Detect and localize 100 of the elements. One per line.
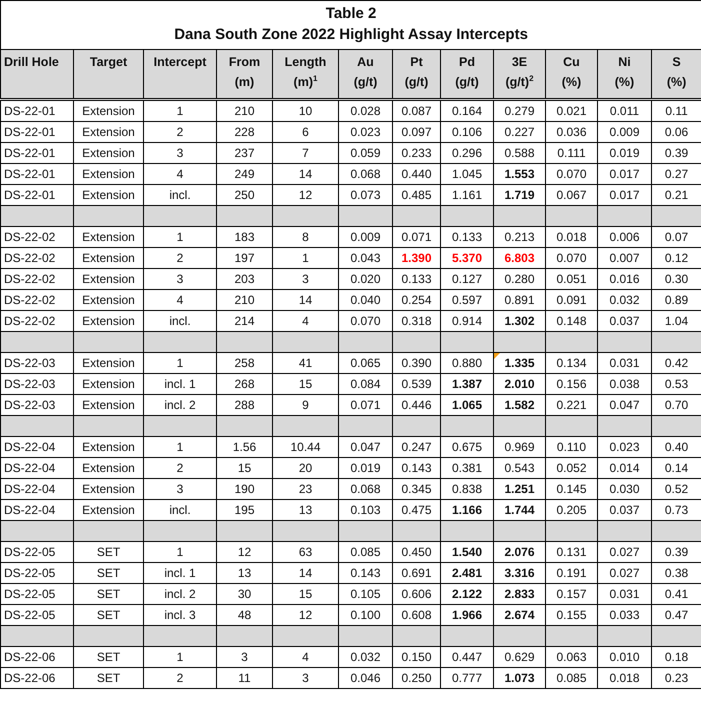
table-cell: 1.251: [494, 478, 546, 500]
table-cell: 0.891: [494, 290, 546, 310]
table-cell: DS-22-02: [0, 290, 74, 310]
table-cell: 2: [144, 458, 216, 478]
table-cell: 0.084: [338, 374, 392, 394]
table-cell: 210: [216, 290, 272, 310]
table-cell: 1.390: [392, 248, 440, 268]
table-cell: 2: [144, 122, 216, 142]
table-cell: 0.447: [440, 646, 494, 668]
table-cell: 0.014: [598, 458, 652, 478]
table-cell: 0.038: [598, 374, 652, 394]
column-header: Cu (%): [546, 50, 598, 100]
table-cell: incl. 1: [144, 374, 216, 394]
table-cell: 0.880: [440, 352, 494, 374]
table-cell: 63: [272, 542, 338, 562]
table-cell: 6.803: [494, 248, 546, 268]
table-cell: 0.007: [598, 248, 652, 268]
table-cell: 1.540: [440, 542, 494, 562]
table-cell: 0.059: [338, 142, 392, 164]
column-header: Au (g/t): [338, 50, 392, 100]
table-cell: 0.047: [338, 436, 392, 458]
table-cell: 0.017: [598, 164, 652, 184]
table-cell: Extension: [74, 374, 144, 394]
table-cell: 3: [144, 142, 216, 164]
table-cell: DS-22-05: [0, 542, 74, 562]
table-cell: 0.009: [338, 226, 392, 248]
table-cell: 0.011: [598, 100, 652, 122]
table-cell: 1: [144, 352, 216, 374]
table-cell: 10: [272, 100, 338, 122]
table-cell: 0.032: [338, 646, 392, 668]
table-cell: 0.157: [546, 584, 598, 604]
table-cell: 0.028: [338, 100, 392, 122]
table-cell: 1: [144, 646, 216, 668]
table-cell: 0.065: [338, 352, 392, 374]
table-cell: 0.777: [440, 668, 494, 688]
table-cell: 0.021: [546, 100, 598, 122]
table-cell: 1.56: [216, 436, 272, 458]
table-cell: DS-22-03: [0, 374, 74, 394]
table-cell: 3: [216, 646, 272, 668]
table-cell: 0.085: [338, 542, 392, 562]
table-cell: 0.134: [546, 352, 598, 374]
table-cell: 0.143: [338, 562, 392, 584]
table-cell: 0.087: [392, 100, 440, 122]
table-cell: Extension: [74, 164, 144, 184]
table-cell: 0.036: [546, 122, 598, 142]
table-cell: SET: [74, 668, 144, 688]
table-cell: 0.031: [598, 352, 652, 374]
table-cell: incl. 2: [144, 584, 216, 604]
table-cell: 3: [272, 668, 338, 688]
table-cell: Extension: [74, 436, 144, 458]
table-cell: 0.105: [338, 584, 392, 604]
column-header: Drill Hole: [0, 50, 74, 100]
table-cell: DS-22-04: [0, 436, 74, 458]
table-cell: 3: [144, 268, 216, 290]
table-cell: 1.335: [494, 352, 546, 374]
column-header: Pt (g/t): [392, 50, 440, 100]
table-cell: 268: [216, 374, 272, 394]
table-cell: 0.156: [546, 374, 598, 394]
table-cell: 0.345: [392, 478, 440, 500]
table-cell: Extension: [74, 458, 144, 478]
table-cell: 0.023: [338, 122, 392, 142]
table-cell: 2.122: [440, 584, 494, 604]
table-cell: 0.164: [440, 100, 494, 122]
table-cell: 0.040: [338, 290, 392, 310]
table-cell: 0.068: [338, 478, 392, 500]
table-cell: 0.031: [598, 584, 652, 604]
table-cell: 3: [144, 478, 216, 500]
column-header: 3E (g/t)$^{2}$: [494, 50, 546, 100]
table-cell: 0.233: [392, 142, 440, 164]
table-cell: 0.191: [546, 562, 598, 584]
table-cell: Extension: [74, 352, 144, 374]
table-cell: 0.018: [546, 226, 598, 248]
table-cell: 0.019: [338, 458, 392, 478]
table-cell: 14: [272, 290, 338, 310]
table-title: Table 2: [324, 4, 378, 24]
table-cell: 0.588: [494, 142, 546, 164]
table-cell: 0.131: [546, 542, 598, 562]
table-cell: 0.691: [392, 562, 440, 584]
table-cell: 0.597: [440, 290, 494, 310]
table-cell: Extension: [74, 290, 144, 310]
table-cell: 0.143: [392, 458, 440, 478]
table-cell: DS-22-02: [0, 248, 74, 268]
table-cell: 0.629: [494, 646, 546, 668]
table-cell: 2.010: [494, 374, 546, 394]
table-cell: 3.316: [494, 562, 546, 584]
table-cell: 0.051: [546, 268, 598, 290]
table-cell: 0.675: [440, 436, 494, 458]
table-cell: 20: [272, 458, 338, 478]
column-header: Ni (%): [598, 50, 652, 100]
table-cell: 0.133: [392, 268, 440, 290]
table-cell: incl. 1: [144, 562, 216, 584]
table-cell: 237: [216, 142, 272, 164]
table-cell: 41: [272, 352, 338, 374]
table-cell: 0.027: [598, 562, 652, 584]
table-cell: 0.227: [494, 122, 546, 142]
table-cell: 1: [272, 248, 338, 268]
table-cell: 0.440: [392, 164, 440, 184]
table-cell: 0.606: [392, 584, 440, 604]
table-cell: SET: [74, 584, 144, 604]
table-cell: 0.052: [546, 458, 598, 478]
